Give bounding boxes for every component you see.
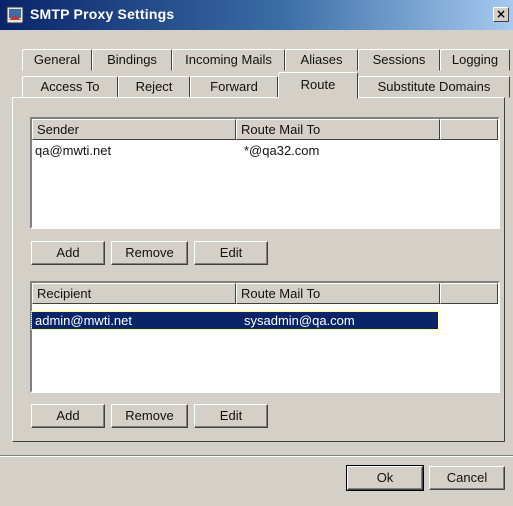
tab-label: Aliases xyxy=(300,52,343,67)
cancel-button[interactable]: Cancel xyxy=(429,466,505,490)
footer-divider xyxy=(0,455,513,457)
close-icon: × xyxy=(495,7,507,21)
sender-add-button[interactable]: Add xyxy=(31,241,105,265)
list-header: Recipient Route Mail To xyxy=(32,283,498,304)
sender-route-list[interactable]: Sender Route Mail To qa@mwti.net *@qa32.… xyxy=(30,117,500,229)
sender-remove-button[interactable]: Remove xyxy=(111,241,188,265)
tab-label: Route xyxy=(300,77,336,92)
column-header-route-mail-to[interactable]: Route Mail To xyxy=(236,283,440,304)
tab-label: Incoming Mails xyxy=(185,52,272,67)
column-header-recipient[interactable]: Recipient xyxy=(32,283,236,304)
window-title: SMTP Proxy Settings xyxy=(30,6,175,22)
ok-button[interactable]: Ok xyxy=(346,465,424,491)
tab-label: Forward xyxy=(210,79,258,94)
list-item[interactable]: qa@mwti.net *@qa32.com xyxy=(32,142,498,159)
smtp-proxy-settings-window: SMTP Proxy Settings × General Bindings I… xyxy=(0,0,513,506)
column-header-empty[interactable] xyxy=(440,283,498,304)
tab-access-to[interactable]: Access To xyxy=(22,76,118,98)
tab-bindings[interactable]: Bindings xyxy=(92,49,172,71)
sender-edit-button[interactable]: Edit xyxy=(194,241,268,265)
recipient-remove-button[interactable]: Remove xyxy=(111,404,188,428)
sender-cell: qa@mwti.net xyxy=(35,143,112,158)
recipient-route-list[interactable]: Recipient Route Mail To admin@mwti.net s… xyxy=(30,281,500,393)
route-cell: sysadmin@qa.com xyxy=(244,313,355,328)
list-header: Sender Route Mail To xyxy=(32,119,498,140)
app-icon xyxy=(6,6,24,24)
title-bar[interactable]: SMTP Proxy Settings × xyxy=(0,0,513,30)
tab-label: General xyxy=(33,52,81,67)
column-header-empty[interactable] xyxy=(440,119,498,140)
tab-forward[interactable]: Forward xyxy=(190,76,278,98)
recipient-edit-button[interactable]: Edit xyxy=(194,404,268,428)
tab-label: Reject xyxy=(135,79,173,94)
tab-logging[interactable]: Logging xyxy=(440,49,510,71)
route-cell: *@qa32.com xyxy=(244,143,320,158)
tab-label: Substitute Domains xyxy=(377,79,491,94)
tab-substitute-domains[interactable]: Substitute Domains xyxy=(358,76,510,98)
tab-reject[interactable]: Reject xyxy=(118,76,190,98)
tab-label: Logging xyxy=(451,52,499,67)
tab-label: Bindings xyxy=(107,52,157,67)
tab-general[interactable]: General xyxy=(22,49,92,71)
close-button[interactable]: × xyxy=(493,7,509,22)
list-item[interactable]: admin@mwti.net sysadmin@qa.com xyxy=(31,311,498,330)
column-header-sender[interactable]: Sender xyxy=(32,119,236,140)
recipient-cell: admin@mwti.net xyxy=(35,313,133,328)
tab-label: Access To xyxy=(40,79,100,94)
tab-route[interactable]: Route xyxy=(278,72,358,99)
recipient-add-button[interactable]: Add xyxy=(31,404,105,428)
tab-aliases[interactable]: Aliases xyxy=(285,49,358,71)
column-header-route-mail-to[interactable]: Route Mail To xyxy=(236,119,440,140)
tab-label: Sessions xyxy=(372,52,426,67)
tab-sessions[interactable]: Sessions xyxy=(358,49,440,71)
tab-incoming-mails[interactable]: Incoming Mails xyxy=(172,49,285,71)
